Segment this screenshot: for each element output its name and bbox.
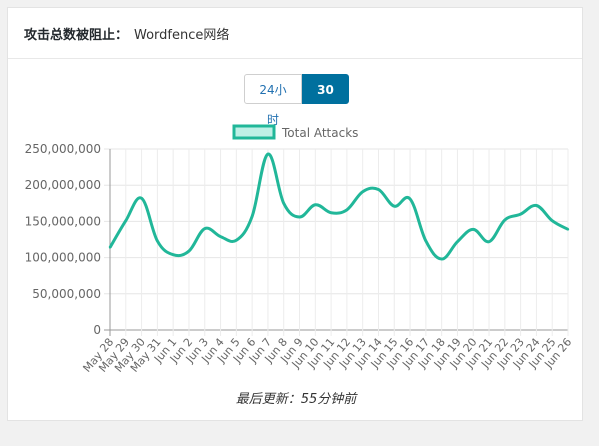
legend-label: Total Attacks xyxy=(281,126,358,140)
data-point xyxy=(377,188,380,191)
data-point xyxy=(361,190,364,193)
data-point xyxy=(487,240,491,243)
data-point xyxy=(345,208,349,212)
data-point xyxy=(408,197,412,201)
data-point xyxy=(535,204,538,207)
data-point xyxy=(551,219,554,222)
data-point xyxy=(503,218,507,222)
y-tick-label: 150,000,000 xyxy=(25,214,101,228)
data-point xyxy=(298,215,301,219)
data-point xyxy=(171,253,175,256)
data-point xyxy=(235,239,238,242)
data-point xyxy=(472,228,475,231)
data-point xyxy=(108,246,112,249)
data-point xyxy=(456,240,459,243)
data-point xyxy=(440,257,443,261)
attacks-widget: 攻击总数被阻止： Wordfence网络 24小时 30天 0 50,000,00… xyxy=(7,7,583,421)
attacks-line-chart: 0 50,000,000 100,000,000 150,000,000 200,000… xyxy=(25,124,574,375)
legend-swatch xyxy=(232,124,276,140)
data-point xyxy=(266,152,270,156)
data-point xyxy=(250,215,254,218)
data-point xyxy=(203,227,206,230)
data-point xyxy=(519,212,522,216)
data-point xyxy=(124,219,127,222)
last-updated-note: 最后更新：55分钟前 xyxy=(235,392,357,407)
y-tick-label: 100,000,000 xyxy=(25,251,101,265)
data-point xyxy=(282,202,285,205)
data-point xyxy=(156,239,159,243)
series-line xyxy=(108,152,569,261)
data-point xyxy=(219,235,222,238)
data-point xyxy=(393,204,396,208)
data-point xyxy=(140,197,143,200)
data-point xyxy=(329,211,333,214)
y-tick-label: 0 xyxy=(93,323,101,337)
data-point xyxy=(566,228,570,231)
data-point xyxy=(424,239,428,243)
y-tick-label: 250,000,000 xyxy=(25,142,101,156)
y-tick-label: 50,000,000 xyxy=(32,287,101,301)
y-tick-label: 200,000,000 xyxy=(25,178,101,192)
data-point xyxy=(187,249,191,253)
data-point xyxy=(314,203,317,206)
